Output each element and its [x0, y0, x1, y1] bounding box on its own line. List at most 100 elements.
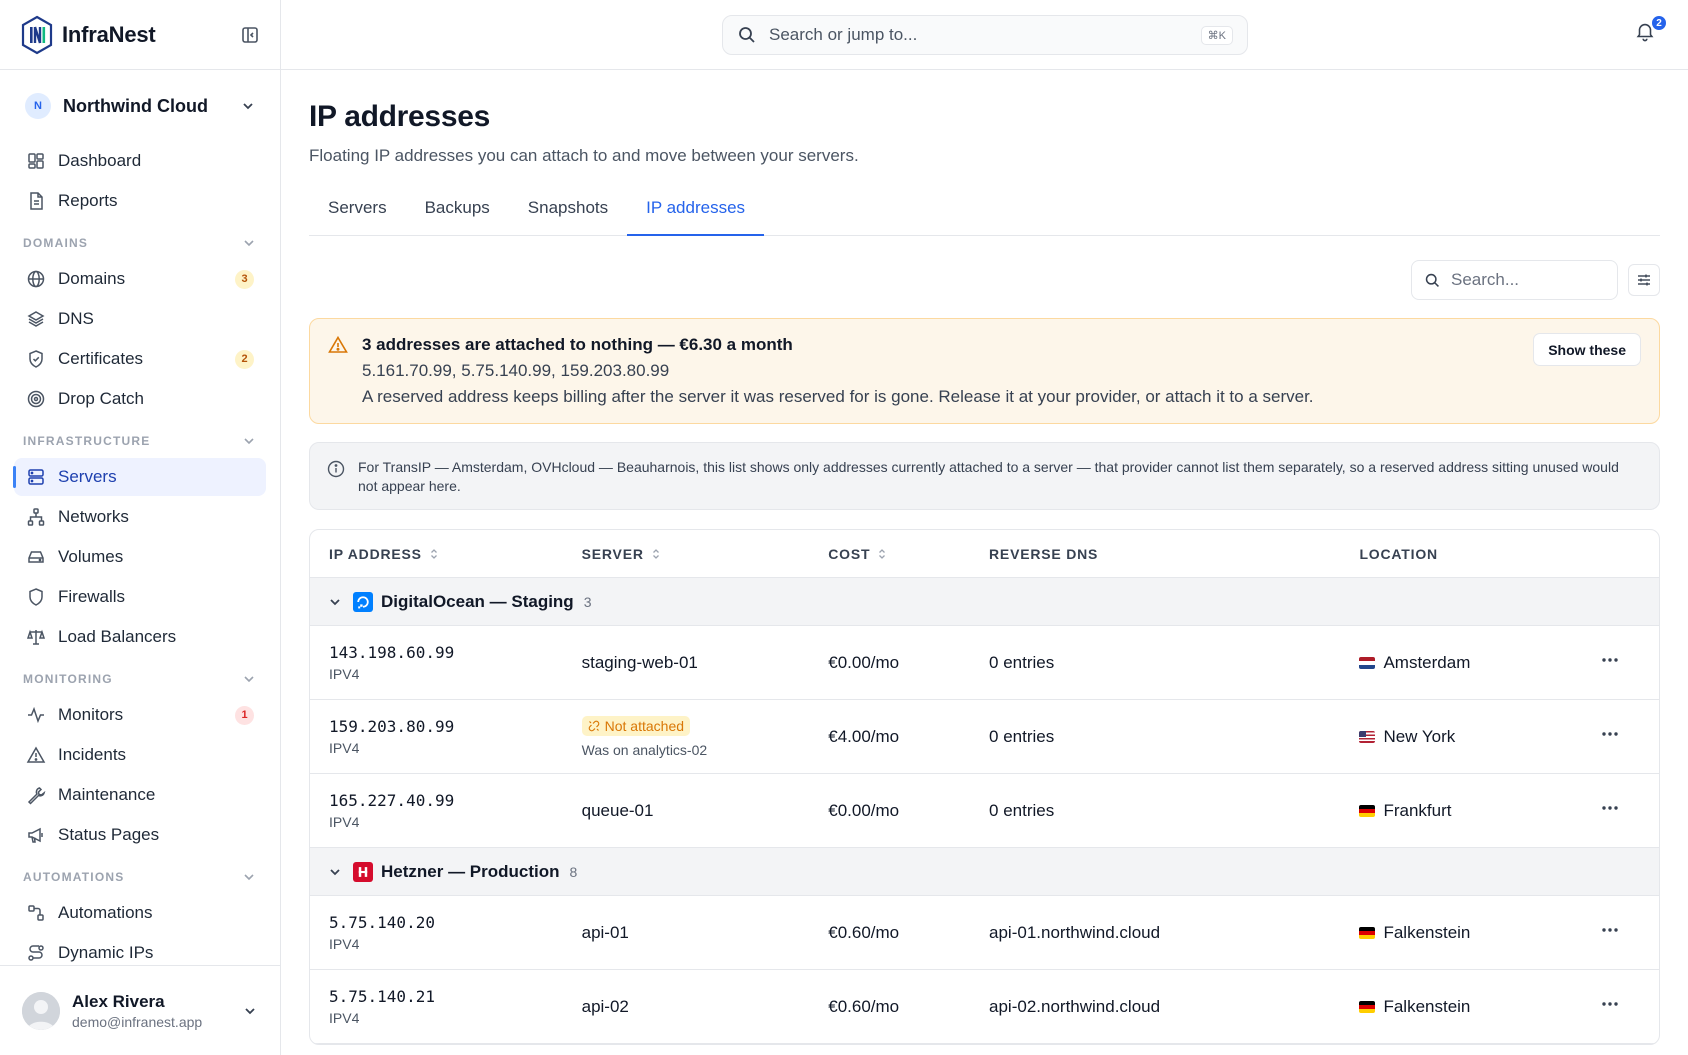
ip-kind: IPV4: [329, 814, 360, 830]
sidebar-collapse-icon[interactable]: [240, 25, 260, 45]
main-content: IP addresses Floating IP addresses you c…: [309, 70, 1660, 1045]
unattached-warning-banner: 3 addresses are attached to nothing — €6…: [309, 318, 1660, 424]
group-header-hetzner[interactable]: Hetzner — Production 8: [310, 848, 1659, 896]
shield-icon: [29, 588, 43, 606]
column-header-server[interactable]: SERVER: [582, 546, 829, 562]
page-title: IP addresses: [309, 100, 490, 133]
chevron-down-icon: [245, 1007, 255, 1014]
sidebar-item-maintenance[interactable]: Maintenance: [14, 776, 266, 814]
show-these-button[interactable]: Show these: [1533, 333, 1641, 366]
section-heading: INFRASTRUCTURE: [23, 434, 151, 448]
sidebar-item-firewalls[interactable]: Firewalls: [14, 578, 266, 616]
sidebar-item-dashboard[interactable]: Dashboard: [14, 142, 266, 180]
chevron-down-icon: [243, 103, 253, 110]
column-header-cost[interactable]: COST: [828, 546, 989, 562]
more-actions-icon[interactable]: [1599, 797, 1621, 819]
section-infrastructure[interactable]: INFRASTRUCTURE: [14, 424, 266, 458]
notification-count-badge: 2: [1650, 14, 1668, 32]
sidebar-item-load-balancers[interactable]: Load Balancers: [14, 618, 266, 656]
table-row[interactable]: 165.227.40.99 IPV4 queue-01 €0.00/mo 0 en…: [310, 774, 1659, 848]
sidebar-item-reports[interactable]: Reports: [14, 182, 266, 220]
cost: €0.00/mo: [828, 800, 900, 820]
table-row[interactable]: 5.75.140.21 IPV4 api-02 €0.60/mo api-02.n…: [310, 970, 1659, 1044]
count-badge: 1: [235, 705, 254, 725]
global-search-input[interactable]: Search or jump to... ⌘K: [722, 15, 1248, 55]
filter-button[interactable]: [1628, 264, 1660, 296]
section-heading: MONITORING: [23, 672, 113, 686]
group-name: DigitalOcean — Staging: [381, 591, 574, 611]
sidebar-item-label: Networks: [58, 507, 129, 526]
sidebar-item-incidents[interactable]: Incidents: [14, 736, 266, 774]
count-badge: 2: [235, 349, 254, 369]
ip-kind: IPV4: [329, 1010, 360, 1026]
notifications-button[interactable]: 2: [1634, 14, 1668, 46]
org-switcher[interactable]: N Northwind Cloud: [0, 70, 280, 142]
digitalocean-logo-icon: [353, 591, 373, 612]
sidebar-item-certificates[interactable]: Certificates 2: [14, 340, 266, 378]
sidebar-item-drop-catch[interactable]: Drop Catch: [14, 380, 266, 418]
user-menu[interactable]: Alex Rivera demo@infranest.app: [0, 965, 280, 1055]
brand: InfraNest: [0, 0, 280, 70]
sidebar-item-dns[interactable]: DNS: [14, 300, 266, 338]
column-header-location: LOCATION: [1359, 546, 1599, 562]
sidebar-item-servers[interactable]: Servers: [13, 458, 266, 496]
group-header-digitalocean[interactable]: DigitalOcean — Staging 3: [310, 578, 1659, 626]
sidebar-item-volumes[interactable]: Volumes: [14, 538, 266, 576]
column-header-reverse-dns: REVERSE DNS: [989, 546, 1359, 562]
ip-kind: IPV4: [329, 666, 360, 682]
ip-address: 143.198.60.99: [329, 643, 455, 662]
table-row[interactable]: 5.75.140.20 IPV4 api-01 €0.60/mo api-01.n…: [310, 896, 1659, 970]
location-name: Amsterdam: [1383, 652, 1471, 672]
sidebar-item-monitors[interactable]: Monitors 1: [14, 696, 266, 734]
shield-check-icon: [29, 350, 43, 368]
ip-table: IP ADDRESS SERVER COST REVERSE DNS LOCAT…: [309, 529, 1660, 1045]
chevron-down-icon: [330, 868, 340, 875]
sidebar-item-automations[interactable]: Automations: [14, 894, 266, 932]
table-row[interactable]: 143.198.60.99 IPV4 staging-web-01 €0.00/m…: [310, 626, 1659, 700]
provider-info-banner: For TransIP — Amsterdam, OVHcloud — Beau…: [309, 442, 1660, 510]
sidebar-item-label: Servers: [58, 467, 117, 486]
sliders-icon: [1638, 274, 1650, 286]
sidebar-item-label: Volumes: [58, 547, 124, 566]
search-icon: [739, 27, 755, 43]
sidebar-item-networks[interactable]: Networks: [14, 498, 266, 536]
group-name: Hetzner — Production: [381, 861, 560, 881]
tab-snapshots[interactable]: Snapshots: [509, 192, 627, 236]
tab-ip-addresses[interactable]: IP addresses: [627, 192, 765, 236]
more-actions-icon[interactable]: [1599, 993, 1621, 1015]
count-badge: 3: [235, 269, 254, 289]
section-domains[interactable]: DOMAINS: [14, 226, 266, 260]
ip-address: 5.75.140.20: [329, 913, 435, 932]
infranest-logo-icon: [21, 15, 53, 54]
header-label: SERVER: [581, 545, 644, 562]
sidebar-item-domains[interactable]: Domains 3: [14, 260, 266, 298]
hard-drive-icon: [28, 551, 44, 563]
more-actions-icon[interactable]: [1599, 723, 1621, 745]
network-icon: [27, 508, 45, 526]
more-actions-icon[interactable]: [1599, 919, 1621, 941]
previous-server: Was on analytics-02: [581, 741, 708, 758]
section-heading: AUTOMATIONS: [23, 870, 125, 884]
more-actions-icon[interactable]: [1599, 649, 1621, 671]
tab-servers[interactable]: Servers: [309, 192, 406, 236]
table-row[interactable]: 159.203.80.99 IPV4 Not attached Was on an…: [310, 700, 1659, 774]
sidebar-item-status-pages[interactable]: Status Pages: [14, 816, 266, 854]
table-search-input[interactable]: Search...: [1411, 260, 1618, 300]
section-automations[interactable]: AUTOMATIONS: [14, 860, 266, 894]
group-count: 8: [569, 863, 578, 880]
tab-backups[interactable]: Backups: [406, 192, 509, 236]
chevron-down-icon: [244, 240, 254, 247]
netherlands-flag-icon: [1359, 656, 1376, 669]
section-monitoring[interactable]: MONITORING: [14, 662, 266, 696]
unlink-icon: [588, 720, 599, 731]
org-name: Northwind Cloud: [63, 95, 208, 116]
sidebar-nav: Dashboard Reports DOMAINS Domains 3 DNS …: [0, 142, 280, 972]
dashboard-icon: [28, 153, 44, 169]
location: Frankfurt: [1359, 801, 1599, 821]
sort-icon: [430, 548, 437, 559]
location: Falkenstein: [1359, 923, 1599, 943]
sort-icon: [652, 548, 659, 559]
reverse-dns: 0 entries: [989, 800, 1055, 820]
cost: €0.60/mo: [828, 996, 900, 1016]
column-header-ip[interactable]: IP ADDRESS: [310, 546, 582, 562]
